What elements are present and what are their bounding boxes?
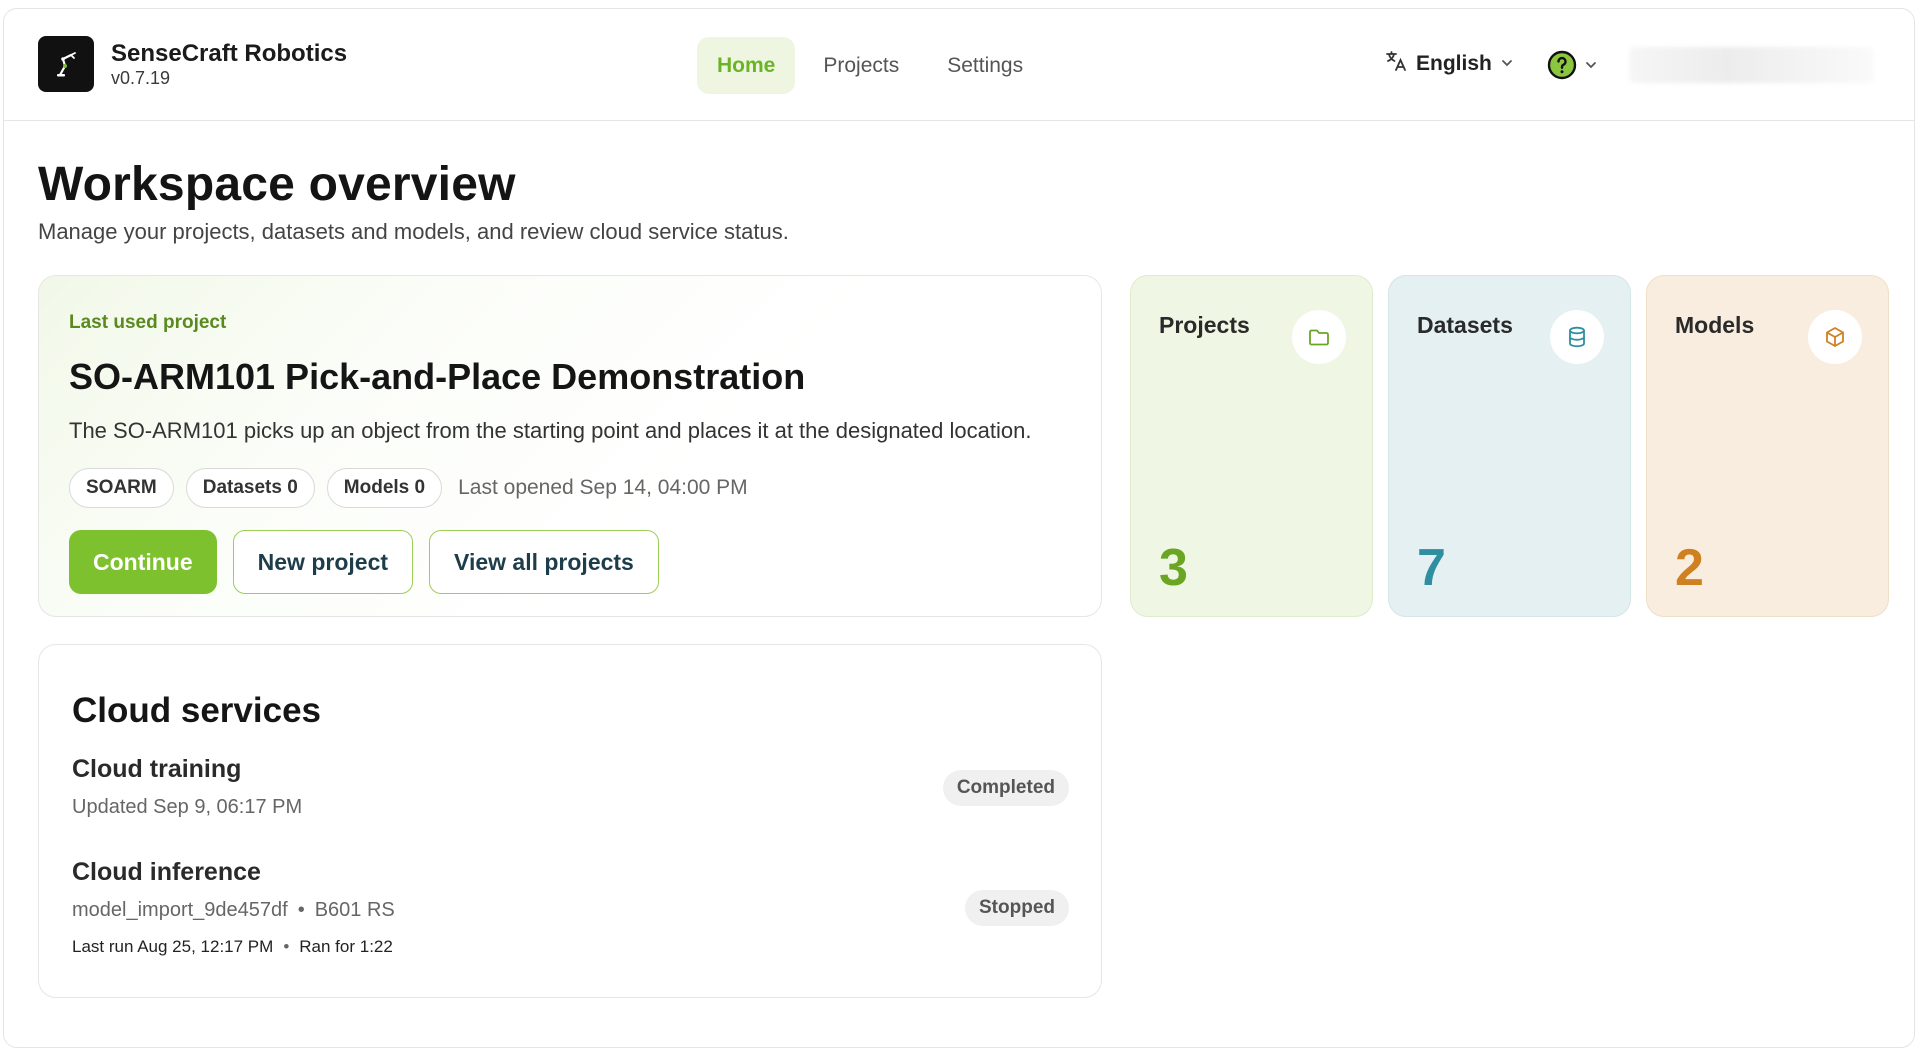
models-stat-card[interactable]: Models 2 xyxy=(1646,275,1889,617)
cloud-inference-name: Cloud inference xyxy=(72,858,261,886)
inference-model-name: model_import_9de457df xyxy=(72,899,288,921)
nav-projects[interactable]: Projects xyxy=(803,37,919,94)
project-chips: SOARM Datasets 0 Models 0 Last opened Se… xyxy=(69,468,748,508)
cloud-inference-run-info: Last run Aug 25, 12:17 PM • Ran for 1:22 xyxy=(72,937,393,956)
user-account-blurred[interactable] xyxy=(1629,47,1874,83)
projects-count: 3 xyxy=(1159,539,1188,597)
inference-last-run: Last run Aug 25, 12:17 PM xyxy=(72,937,274,956)
last-project-title: SO-ARM101 Pick-and-Place Demonstration xyxy=(69,356,806,397)
inference-device: B601 RS xyxy=(314,899,395,921)
robot-arm-logo-icon xyxy=(38,36,94,92)
brand[interactable]: SenseCraft Robotics v0.7.19 xyxy=(38,36,347,92)
view-all-projects-button[interactable]: View all projects xyxy=(429,530,659,594)
last-opened-text: Last opened Sep 14, 04:00 PM xyxy=(458,476,748,499)
last-project-card: Last used project SO-ARM101 Pick-and-Pla… xyxy=(38,275,1102,617)
status-badge-inference: Stopped xyxy=(965,890,1069,926)
models-count: 2 xyxy=(1675,539,1704,597)
page-subtitle: Manage your projects, datasets and model… xyxy=(38,219,789,244)
cloud-training-updated: Updated Sep 9, 06:17 PM xyxy=(72,796,303,818)
cloud-services-card: Cloud services Cloud training Updated Se… xyxy=(38,644,1102,998)
chip-models: Models 0 xyxy=(326,468,443,508)
projects-stat-card[interactable]: Projects 3 xyxy=(1130,275,1373,617)
cloud-training-name: Cloud training xyxy=(72,755,242,783)
models-stat-label: Models xyxy=(1675,312,1755,338)
last-project-description: The SO-ARM101 picks up an object from th… xyxy=(69,418,1032,443)
status-badge-training: Completed xyxy=(942,770,1069,806)
cube-icon xyxy=(1808,310,1862,364)
translate-icon xyxy=(1384,49,1408,79)
help-circle-icon xyxy=(1546,49,1578,86)
inference-duration: Ran for 1:22 xyxy=(299,937,393,956)
projects-stat-label: Projects xyxy=(1159,312,1250,338)
app-window: SenseCraft Robotics v0.7.19 Home Project… xyxy=(3,8,1915,1048)
last-project-eyebrow: Last used project xyxy=(69,312,227,333)
top-bar: SenseCraft Robotics v0.7.19 Home Project… xyxy=(4,9,1914,121)
chip-datasets: Datasets 0 xyxy=(185,468,315,508)
page-title: Workspace overview xyxy=(38,158,516,211)
chevron-down-icon xyxy=(1584,58,1598,77)
new-project-button[interactable]: New project xyxy=(232,530,414,594)
project-actions: Continue New project View all projects xyxy=(69,530,659,594)
nav-home[interactable]: Home xyxy=(697,37,796,94)
continue-button[interactable]: Continue xyxy=(69,530,217,594)
language-label: English xyxy=(1416,52,1492,75)
datasets-stat-label: Datasets xyxy=(1417,312,1513,338)
datasets-stat-card[interactable]: Datasets 7 xyxy=(1388,275,1631,617)
chevron-down-icon xyxy=(1500,52,1514,76)
app-version: v0.7.19 xyxy=(111,68,171,88)
chip-robot-type: SOARM xyxy=(69,468,174,508)
cloud-inference-meta: model_import_9de457df • B601 RS xyxy=(72,899,395,921)
main-nav: Home Projects Settings xyxy=(697,37,1043,94)
language-selector[interactable]: English xyxy=(1384,49,1514,79)
folder-icon xyxy=(1292,310,1346,364)
cloud-services-title: Cloud services xyxy=(72,691,321,730)
nav-settings[interactable]: Settings xyxy=(927,37,1043,94)
app-name: SenseCraft Robotics xyxy=(111,40,348,67)
database-icon xyxy=(1550,310,1604,364)
datasets-count: 7 xyxy=(1417,539,1446,597)
help-menu[interactable] xyxy=(1546,49,1598,86)
